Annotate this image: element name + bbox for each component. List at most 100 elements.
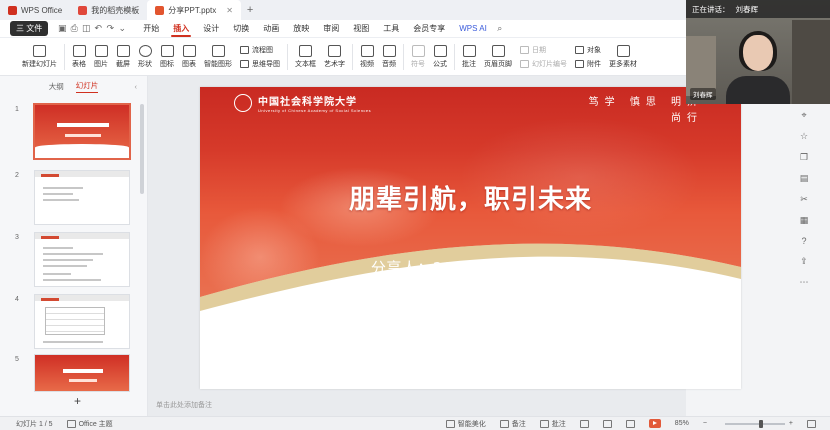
add-slide-button[interactable]: +	[74, 394, 81, 408]
pin-icon[interactable]: ⌖	[801, 110, 806, 121]
date-stack: 日期 幻灯片编号	[516, 45, 571, 69]
normal-view-icon	[579, 419, 589, 428]
menu-member[interactable]: 会员专享	[406, 20, 452, 38]
audio-button[interactable]: 音频	[378, 44, 400, 69]
slide-thumbnail-row[interactable]: 1	[0, 103, 148, 160]
slide-number-button[interactable]: 幻灯片编号	[520, 59, 567, 69]
tab-outline[interactable]: 大纲	[49, 81, 64, 92]
header-footer-button[interactable]: 页眉页脚	[480, 44, 516, 69]
flowchart-button[interactable]: 流程图	[240, 45, 280, 55]
collapse-panel-icon[interactable]: ‹	[135, 82, 138, 91]
wordart-button[interactable]: 艺术字	[320, 44, 349, 69]
notes-placeholder[interactable]: 单击此处添加备注	[156, 400, 212, 410]
menu-slideshow[interactable]: 放映	[286, 20, 316, 38]
slide-title[interactable]: 朋辈引航，职引未来	[200, 179, 741, 216]
shape-button[interactable]: 形状	[134, 44, 156, 69]
table-button[interactable]: 表格	[68, 44, 90, 69]
textbox-button[interactable]: 文本框	[291, 44, 320, 69]
picture-button[interactable]: 图片	[90, 44, 112, 69]
slide-thumbnail-5[interactable]	[34, 354, 130, 392]
help-icon[interactable]: ?	[801, 236, 806, 246]
search-icon[interactable]: ⌕	[494, 23, 506, 34]
menu-view[interactable]: 视图	[346, 20, 376, 38]
zoom-out-button[interactable]: −	[703, 420, 707, 427]
tools-icon[interactable]: ✂	[800, 194, 808, 205]
slide-thumbnail-row[interactable]: 4	[0, 294, 148, 349]
comments-button[interactable]: 批注	[539, 419, 566, 429]
button-label: 文本框	[295, 60, 316, 68]
current-slide[interactable]: 中国社会科学院大学 University of Chinese Academy …	[200, 87, 741, 389]
menu-transitions[interactable]: 切换	[226, 20, 256, 38]
more-icon[interactable]: ⋯	[800, 277, 809, 288]
icon-button[interactable]: 图标	[156, 44, 178, 69]
new-tab-button[interactable]: +	[241, 4, 259, 16]
screenshot-button[interactable]: 截屏	[112, 44, 134, 69]
play-slideshow-button[interactable]	[648, 419, 661, 428]
comment-button[interactable]: 批注	[458, 44, 480, 69]
speaker-body	[726, 76, 790, 104]
smart-beautify-button[interactable]: 智能美化	[445, 419, 486, 429]
button-label: 流程图	[252, 46, 273, 54]
attachment-button[interactable]: 附件	[575, 59, 601, 69]
save-icon[interactable]: ▣	[56, 23, 68, 34]
document-icon[interactable]: ▤	[800, 173, 809, 184]
logo-subtitle: University of Chinese Academy of Social …	[258, 108, 372, 113]
menu-animations[interactable]: 动画	[256, 20, 286, 38]
slide-thumbnail-row[interactable]: 3	[0, 232, 148, 287]
zoom-slider[interactable]	[724, 419, 785, 428]
tab-wps-office[interactable]: WPS Office	[0, 0, 70, 20]
thumbnail-wave	[35, 144, 129, 158]
slide-thumbnail-row[interactable]: 5	[0, 354, 148, 392]
new-slide-button[interactable]: 新建幻灯片	[18, 44, 61, 69]
mindmap-button[interactable]: 思维导图	[240, 59, 280, 69]
table-icon	[72, 44, 86, 57]
sorter-view-icon	[602, 419, 612, 428]
view-sorter-button[interactable]	[602, 419, 612, 428]
layout-icon[interactable]: ▦	[800, 215, 809, 226]
wordart-icon	[328, 44, 341, 57]
file-menu-button[interactable]: 三 文件	[10, 21, 49, 36]
menu-review[interactable]: 审阅	[316, 20, 346, 38]
symbol-button[interactable]: 符号	[407, 44, 429, 69]
slide-thumbnail-3[interactable]	[34, 232, 130, 287]
more-materials-button[interactable]: 更多素材	[605, 44, 641, 69]
video-call-window[interactable]: 正在讲话： 刘春辉 刘春辉	[686, 0, 830, 104]
print-icon[interactable]: ⎙	[68, 23, 80, 34]
audio-icon	[382, 44, 396, 57]
fit-window-button[interactable]	[807, 419, 816, 428]
smartart-button[interactable]: 智能图形	[200, 44, 236, 69]
dropdown-icon[interactable]: ⌄	[116, 23, 128, 34]
undo-icon[interactable]: ↶	[92, 23, 104, 34]
tab-slides[interactable]: 幻灯片	[75, 80, 99, 93]
close-tab-icon[interactable]: ✕	[226, 6, 233, 15]
share-icon[interactable]: ⇪	[800, 256, 808, 267]
view-reading-button[interactable]	[625, 419, 635, 428]
video-button[interactable]: 视频	[356, 44, 378, 69]
copy-icon[interactable]: ❐	[800, 152, 808, 163]
notes-button[interactable]: 备注	[499, 419, 526, 429]
chart-button[interactable]: 图表	[178, 44, 200, 69]
tab-document[interactable]: 分享PPT.pptx ✕	[147, 0, 241, 20]
zoom-in-button[interactable]: +	[789, 420, 793, 427]
slide-thumbnail-1[interactable]	[33, 103, 131, 160]
speaker-face	[743, 35, 773, 71]
slide-thumbnail-row[interactable]: 2	[0, 170, 148, 225]
redo-icon[interactable]: ↷	[104, 23, 116, 34]
slide-subtitle[interactable]: 分享人：2022级MBA刘春辉	[200, 257, 741, 278]
zoom-slider-knob[interactable]	[758, 419, 763, 428]
theme-name[interactable]: Office 主题	[66, 419, 113, 429]
menu-wps-ai[interactable]: WPS AI	[452, 20, 494, 38]
date-button[interactable]: 日期	[520, 45, 567, 55]
star-icon[interactable]: ☆	[800, 131, 808, 142]
menu-design[interactable]: 设计	[196, 20, 226, 38]
preview-icon[interactable]: ◫	[80, 23, 92, 34]
menu-insert[interactable]: 插入	[166, 20, 196, 38]
slide-thumbnail-4[interactable]	[34, 294, 130, 349]
menu-home[interactable]: 开始	[136, 20, 166, 38]
slide-thumbnail-2[interactable]	[34, 170, 130, 225]
menu-tools[interactable]: 工具	[376, 20, 406, 38]
view-normal-button[interactable]	[579, 419, 589, 428]
formula-button[interactable]: 公式	[429, 44, 451, 69]
tab-templates[interactable]: 我的稻壳模板	[70, 0, 147, 20]
object-button[interactable]: 对象	[575, 45, 601, 55]
